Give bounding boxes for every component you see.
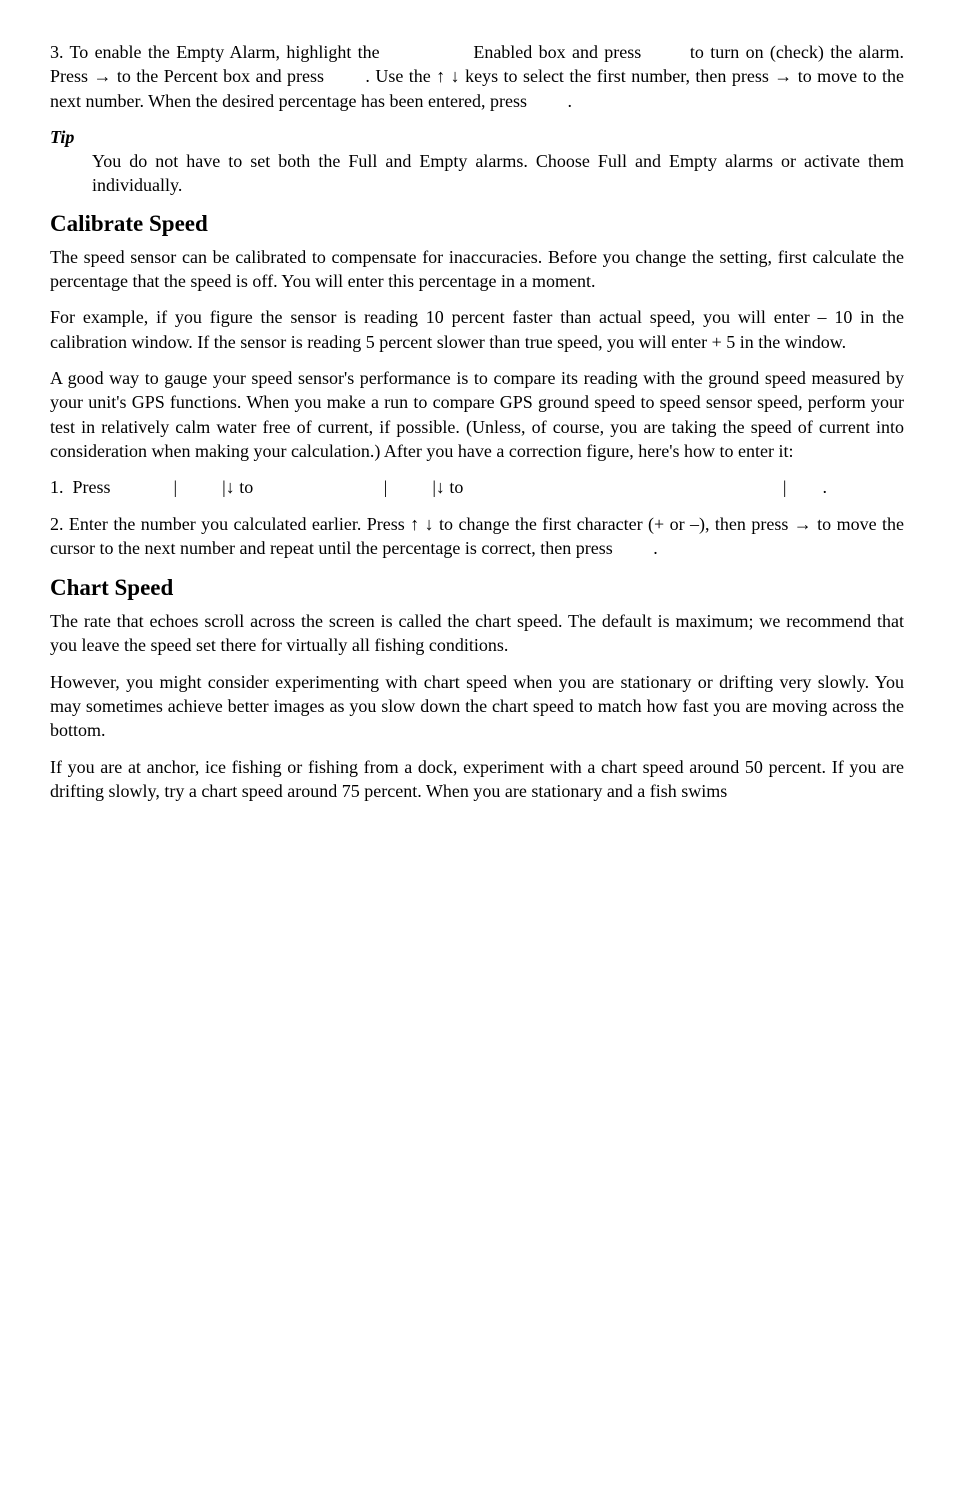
step-calibrate-2: 2. Enter the number you calculated earli… [50,512,904,561]
heading-chart-speed: Chart Speed [50,572,904,603]
paragraph-chart-1: The rate that echoes scroll across the s… [50,609,904,658]
paragraph-calibrate-2: For example, if you figure the sensor is… [50,305,904,354]
paragraph-chart-3: If you are at anchor, ice fishing or fis… [50,755,904,804]
heading-calibrate-speed: Calibrate Speed [50,208,904,239]
paragraph-calibrate-1: The speed sensor can be calibrated to co… [50,245,904,294]
tip-body: You do not have to set both the Full and… [92,149,904,198]
tip-heading: Tip [50,125,904,149]
step-calibrate-1: 1. Press | |↓ to | |↓ to | . [50,475,904,499]
paragraph-calibrate-3: A good way to gauge your speed sensor's … [50,366,904,463]
paragraph-chart-2: However, you might consider experimentin… [50,670,904,743]
paragraph-empty-alarm: 3. To enable the Empty Alarm, highlight … [50,40,904,113]
